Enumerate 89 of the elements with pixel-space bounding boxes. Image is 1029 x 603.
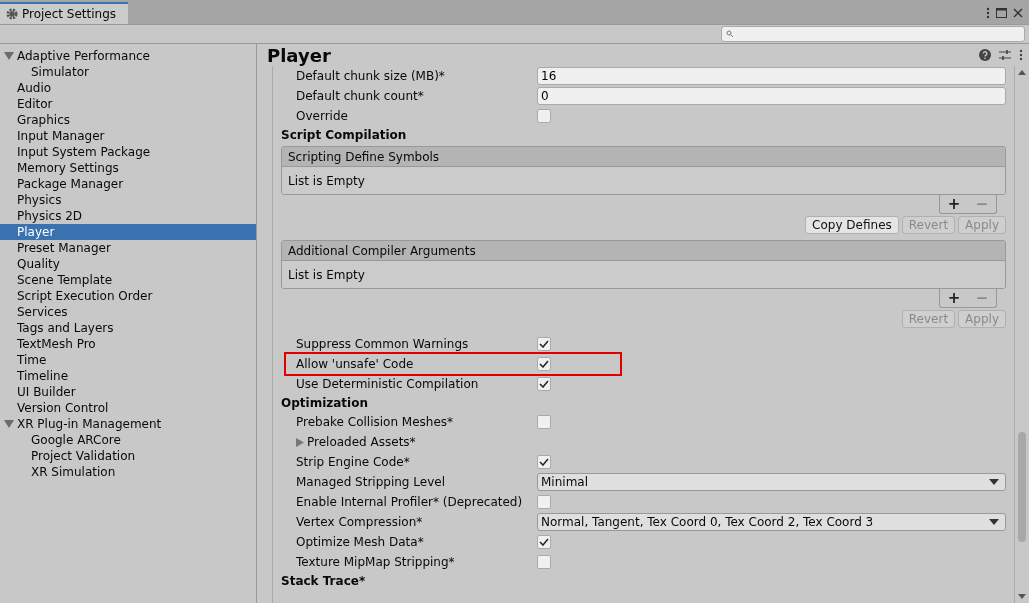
sidebar-item[interactable]: Preset Manager	[0, 240, 256, 256]
checkbox[interactable]	[537, 109, 551, 123]
checkbox[interactable]	[537, 555, 551, 569]
sidebar-item[interactable]: Time	[0, 352, 256, 368]
sidebar-item[interactable]: Physics 2D	[0, 208, 256, 224]
sidebar-item[interactable]: Input System Package	[0, 144, 256, 160]
close-icon[interactable]	[1013, 8, 1023, 18]
section-heading: Stack Trace*	[281, 573, 367, 590]
sidebar-item[interactable]: Adaptive Performance	[0, 48, 256, 64]
dropdown-label: Managed Stripping Level	[295, 475, 446, 489]
search-icon	[726, 30, 734, 38]
checkbox[interactable]	[537, 357, 551, 371]
sidebar-item[interactable]: Google ARCore	[0, 432, 256, 448]
add-button[interactable]: +	[947, 195, 961, 213]
scroll-down-icon[interactable]	[1018, 594, 1026, 599]
checkbox-label: Strip Engine Code*	[295, 455, 411, 469]
dropdown[interactable]: Minimal	[537, 473, 1006, 491]
checkbox[interactable]	[537, 415, 551, 429]
sidebar-item[interactable]: Package Manager	[0, 176, 256, 192]
sidebar-item[interactable]: Physics	[0, 192, 256, 208]
window-tab[interactable]: Project Settings	[0, 2, 128, 24]
sidebar-item[interactable]: XR Plug-in Management	[0, 416, 256, 432]
sidebar-item[interactable]: Input Manager	[0, 128, 256, 144]
sidebar-item[interactable]: Quality	[0, 256, 256, 272]
collapsed-arrow-icon	[296, 437, 304, 447]
search-field[interactable]	[721, 26, 1025, 42]
checkbox-label: Optimize Mesh Data*	[295, 535, 425, 549]
more-icon[interactable]	[1019, 49, 1023, 61]
checkbox-label: Allow 'unsafe' Code	[295, 357, 415, 371]
sidebar-item[interactable]: Simulator	[0, 64, 256, 80]
sidebar-item[interactable]: UI Builder	[0, 384, 256, 400]
checkbox-label: Enable Internal Profiler* (Deprecated)	[295, 495, 524, 509]
checkbox[interactable]	[537, 337, 551, 351]
sidebar-item[interactable]: Version Control	[0, 400, 256, 416]
sidebar-item[interactable]: Tags and Layers	[0, 320, 256, 336]
checkbox[interactable]	[537, 495, 551, 509]
section-heading: Script Compilation	[281, 127, 408, 144]
checkmark-icon	[539, 360, 549, 368]
checkbox[interactable]	[537, 535, 551, 549]
sidebar-item[interactable]: TextMesh Pro	[0, 336, 256, 352]
scroll-thumb[interactable]	[1018, 432, 1026, 542]
add-button[interactable]: +	[947, 289, 961, 307]
checkmark-icon	[539, 538, 549, 546]
dropdown[interactable]: Normal, Tangent, Tex Coord 0, Tex Coord 2, Tex Coord 3	[537, 513, 1006, 531]
maximize-icon[interactable]	[996, 8, 1007, 18]
window-title: Project Settings	[22, 7, 117, 21]
checkmark-icon	[539, 380, 549, 388]
caret-icon	[989, 519, 999, 525]
checkbox-label: Texture MipMap Stripping*	[295, 555, 456, 569]
field-label: Default chunk size (MB)*	[295, 69, 446, 83]
sidebar-item[interactable]: Services	[0, 304, 256, 320]
sidebar-item[interactable]: Editor	[0, 96, 256, 112]
expanded-arrow-icon[interactable]	[4, 420, 14, 428]
sidebar-item[interactable]: Player	[0, 224, 256, 240]
sidebar-item[interactable]: Timeline	[0, 368, 256, 384]
sidebar-item[interactable]: Graphics	[0, 112, 256, 128]
action-button[interactable]: Copy Defines	[805, 216, 899, 234]
sidebar-item[interactable]: Project Validation	[0, 448, 256, 464]
sliders-icon[interactable]	[999, 49, 1011, 61]
page-title: Player	[267, 44, 331, 66]
help-icon[interactable]	[979, 49, 991, 61]
checkmark-icon	[539, 458, 549, 466]
list-header: Additional Compiler Arguments	[282, 241, 1005, 261]
sidebar-item[interactable]: Scene Template	[0, 272, 256, 288]
more-icon[interactable]	[986, 7, 990, 19]
input-field[interactable]: 0	[537, 87, 1006, 105]
checkbox-label: Prebake Collision Meshes*	[295, 415, 455, 429]
checkmark-icon	[539, 340, 549, 348]
checkbox[interactable]	[537, 455, 551, 469]
gear-icon	[6, 8, 18, 20]
empty-list-text: List is Empty	[288, 173, 365, 188]
caret-icon	[989, 479, 999, 485]
checkbox-label: Use Deterministic Compilation	[295, 377, 480, 391]
list-header: Scripting Define Symbols	[282, 147, 1005, 167]
dropdown-label: Vertex Compression*	[295, 515, 424, 529]
checkbox-label: Override	[295, 109, 349, 123]
scroll-up-icon[interactable]	[1018, 70, 1026, 75]
empty-list-text: List is Empty	[288, 267, 365, 282]
sidebar-item[interactable]: XR Simulation	[0, 464, 256, 480]
sidebar-item[interactable]: Memory Settings	[0, 160, 256, 176]
field-label: Default chunk count*	[295, 89, 425, 103]
expanded-arrow-icon[interactable]	[4, 52, 14, 60]
sidebar-item[interactable]: Script Execution Order	[0, 288, 256, 304]
sidebar-item[interactable]: Audio	[0, 80, 256, 96]
checkbox-label: Suppress Common Warnings	[295, 337, 470, 351]
section-heading: Optimization	[281, 395, 369, 412]
input-field[interactable]: 16	[537, 67, 1006, 85]
checkbox[interactable]	[537, 377, 551, 391]
foldout[interactable]: Preloaded Assets*	[281, 435, 537, 449]
